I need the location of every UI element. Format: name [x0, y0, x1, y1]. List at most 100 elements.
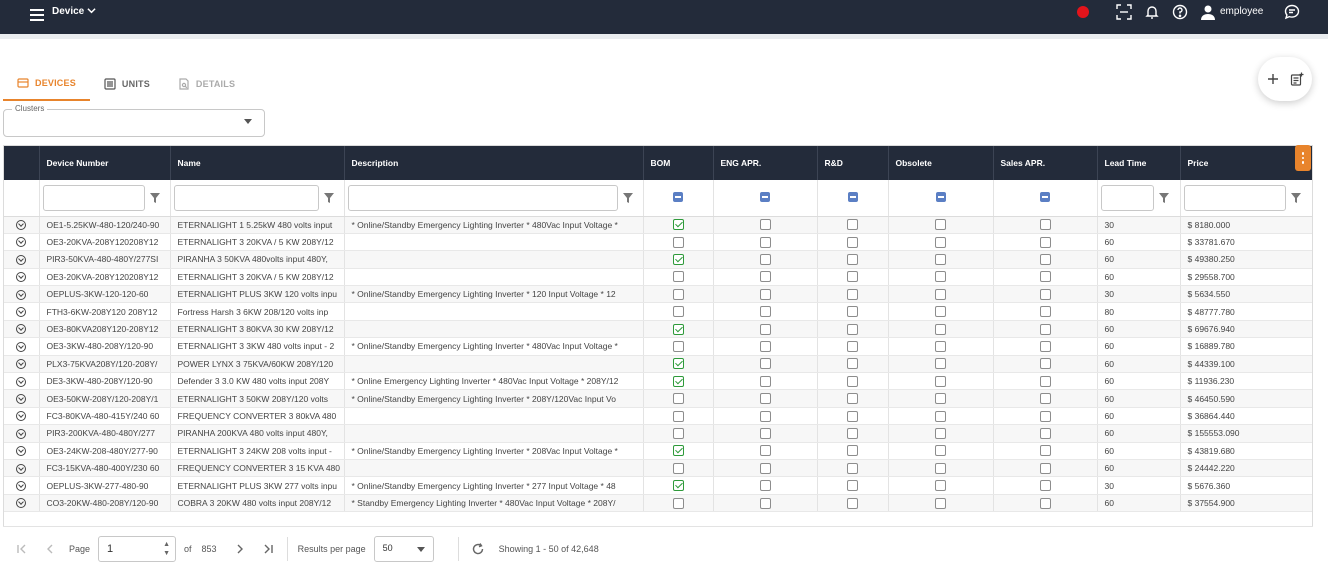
indeterminate-checkbox-icon[interactable]	[935, 191, 946, 202]
column-header-name[interactable]: Name	[170, 146, 345, 180]
eng-checkbox[interactable]	[759, 288, 771, 300]
refresh-icon[interactable]	[469, 540, 487, 558]
device-filter-input[interactable]	[42, 184, 145, 211]
obsolete-checkbox[interactable]	[935, 428, 946, 439]
table-row[interactable]: PIR3-200KVA-480-480Y/277 PIRANHA 200KVA 4…	[4, 424, 1312, 443]
bom-checkbox[interactable]	[672, 219, 684, 231]
bom-checkbox[interactable]	[672, 271, 684, 283]
bom-checkbox[interactable]	[672, 236, 684, 248]
eng-checkbox[interactable]	[759, 428, 771, 439]
obsolete-checkbox[interactable]	[935, 375, 946, 387]
expand-row-icon[interactable]	[16, 359, 27, 370]
description-filter-input[interactable]	[347, 184, 618, 211]
column-header-obsolete[interactable]: Obsolete	[888, 146, 994, 180]
obsolete-checkbox[interactable]	[935, 306, 946, 318]
eng-checkbox[interactable]	[759, 410, 771, 422]
table-row[interactable]: FC3-80KVA-480-415Y/240 60 FREQUENCY CONVE…	[4, 407, 1312, 426]
results-per-page-select[interactable]: 50	[373, 535, 434, 562]
sales-checkbox[interactable]	[1039, 497, 1051, 509]
eng-checkbox[interactable]	[759, 254, 771, 266]
filter-icon[interactable]	[1158, 192, 1170, 204]
chat-icon[interactable]	[1284, 4, 1300, 20]
bom-checkbox[interactable]	[672, 428, 684, 439]
expand-row-icon[interactable]	[16, 393, 27, 404]
table-row[interactable]: DE3-3KW-480-208Y/120-90 Defender 3 3.0 KW…	[4, 372, 1312, 391]
filter-icon[interactable]	[149, 192, 161, 204]
bom-checkbox[interactable]	[672, 254, 684, 266]
obsolete-checkbox[interactable]	[935, 358, 946, 370]
expand-row-icon[interactable]	[16, 480, 27, 491]
rnd-checkbox[interactable]	[847, 271, 858, 283]
table-row[interactable]: OE3-3KW-480-208Y/120-90 ETERNALIGHT 3 3KW…	[4, 337, 1312, 356]
eng-checkbox[interactable]	[759, 306, 771, 318]
obsolete-checkbox[interactable]	[935, 254, 946, 266]
column-header-rnd[interactable]: R&D	[817, 146, 889, 180]
expand-row-icon[interactable]	[16, 220, 27, 231]
tab-units[interactable]: UNITS	[90, 67, 164, 101]
sales-checkbox[interactable]	[1039, 358, 1051, 370]
indeterminate-checkbox-icon[interactable]	[1040, 191, 1050, 202]
obsolete-checkbox[interactable]	[935, 393, 946, 405]
next-page-icon[interactable]	[231, 540, 249, 558]
column-header-bom[interactable]: BOM	[643, 146, 714, 180]
filter-icon[interactable]	[1290, 192, 1302, 204]
rnd-checkbox[interactable]	[847, 219, 858, 231]
rnd-checkbox[interactable]	[847, 428, 858, 439]
help-icon[interactable]	[1172, 4, 1188, 20]
table-row[interactable]: OE3-20KVA-208Y120208Y12 ETERNALIGHT 3 20K…	[4, 268, 1312, 287]
rnd-checkbox[interactable]	[847, 497, 858, 509]
sales-checkbox[interactable]	[1039, 271, 1051, 283]
eng-checkbox[interactable]	[759, 236, 771, 248]
user-name[interactable]: employee	[1220, 6, 1263, 17]
expand-row-icon[interactable]	[16, 446, 27, 457]
column-header-price[interactable]: Price	[1180, 146, 1312, 180]
eng-checkbox[interactable]	[759, 462, 771, 474]
sales-checkbox[interactable]	[1039, 445, 1051, 457]
bom-checkbox[interactable]	[672, 410, 684, 422]
sales-checkbox[interactable]	[1039, 428, 1051, 439]
bom-checkbox[interactable]	[672, 358, 684, 370]
eng-checkbox[interactable]	[759, 358, 771, 370]
bom-checkbox[interactable]	[672, 445, 684, 457]
sales-checkbox[interactable]	[1039, 375, 1051, 387]
sales-checkbox[interactable]	[1039, 306, 1051, 318]
first-page-icon[interactable]	[13, 540, 31, 558]
table-row[interactable]: CO3-20KW-480-208Y/120-90 COBRA 3 20KW 480…	[4, 494, 1312, 513]
bell-icon[interactable]	[1144, 4, 1160, 20]
bom-checkbox[interactable]	[672, 480, 684, 492]
previous-page-icon[interactable]	[41, 540, 59, 558]
name-filter-input[interactable]	[173, 184, 319, 211]
indeterminate-checkbox-icon[interactable]	[847, 191, 858, 202]
table-row[interactable]: OE3-50KW-208Y/120-208Y/1 ETERNALIGHT 3 50…	[4, 389, 1312, 408]
eng-checkbox[interactable]	[759, 445, 771, 457]
user-avatar-icon[interactable]	[1200, 4, 1216, 20]
add-note-icon[interactable]	[1290, 72, 1304, 86]
filter-icon[interactable]	[622, 192, 634, 204]
bom-checkbox[interactable]	[672, 393, 684, 405]
scan-icon[interactable]	[1116, 4, 1132, 20]
expand-row-icon[interactable]	[16, 428, 27, 439]
clusters-select[interactable]: Clusters	[3, 104, 265, 137]
spinner-icon[interactable]: ▲ ▼	[163, 540, 170, 558]
rnd-checkbox[interactable]	[847, 393, 858, 405]
rnd-checkbox[interactable]	[847, 288, 858, 300]
sales-checkbox[interactable]	[1039, 254, 1051, 266]
column-header-device-number[interactable]: Device Number	[39, 146, 171, 180]
sales-checkbox[interactable]	[1039, 393, 1051, 405]
tab-devices[interactable]: DEVICES	[3, 67, 90, 101]
table-row[interactable]: PIR3-50KVA-480-480Y/277SI PIRANHA 3 50KVA…	[4, 250, 1312, 269]
expand-row-icon[interactable]	[16, 289, 27, 300]
rnd-checkbox[interactable]	[847, 410, 858, 422]
eng-checkbox[interactable]	[759, 341, 771, 353]
table-row[interactable]: OEPLUS-3KW-120-120-60 ETERNALIGHT PLUS 3K…	[4, 285, 1312, 304]
sales-checkbox[interactable]	[1039, 236, 1051, 248]
sales-checkbox[interactable]	[1039, 410, 1051, 422]
obsolete-checkbox[interactable]	[935, 271, 946, 283]
expand-row-icon[interactable]	[16, 341, 27, 352]
column-header-eng-apr[interactable]: ENG APR.	[713, 146, 818, 180]
rnd-checkbox[interactable]	[847, 341, 858, 353]
expand-row-icon[interactable]	[16, 237, 27, 248]
table-row[interactable]: FTH3-6KW-208Y120 208Y12 Fortress Harsh 3 …	[4, 302, 1312, 321]
table-row[interactable]: OE3-24KW-208-480Y/277-90 ETERNALIGHT 3 24…	[4, 442, 1312, 460]
sales-checkbox[interactable]	[1039, 219, 1051, 231]
